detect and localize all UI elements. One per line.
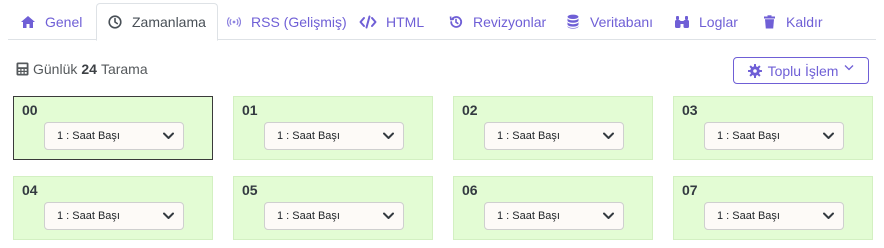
frequency-value: 1 : Saat Başı <box>717 210 780 222</box>
frequency-value: 1 : Saat Başı <box>717 130 780 142</box>
hour-card-03: 03 1 : Saat Başı <box>673 96 873 160</box>
tab-label: RSS (Gelişmiş) <box>251 13 347 30</box>
frequency-select[interactable]: 1 : Saat Başı <box>704 122 844 150</box>
hour-card-07: 07 1 : Saat Başı <box>673 176 873 240</box>
hour-card-01: 01 1 : Saat Başı <box>233 96 433 160</box>
frequency-select[interactable]: 1 : Saat Başı <box>264 122 404 150</box>
frequency-value: 1 : Saat Başı <box>57 130 120 142</box>
tab-revizyonlar[interactable]: Revizyonlar <box>448 3 546 40</box>
frequency-select[interactable]: 1 : Saat Başı <box>44 122 184 150</box>
clock-icon <box>107 14 123 30</box>
info-suffix: Tarama <box>100 61 148 77</box>
hour-label: 06 <box>462 182 478 198</box>
frequency-value: 1 : Saat Başı <box>497 130 560 142</box>
trash-icon <box>761 14 777 30</box>
info-count: 24 <box>81 61 97 77</box>
tab-genel[interactable]: Genel <box>20 3 82 40</box>
hour-label: 07 <box>682 182 698 198</box>
tab-rss[interactable]: RSS (Gelişmiş) <box>226 3 347 40</box>
bulk-action-label: Toplu İşlem <box>767 62 839 79</box>
frequency-select[interactable]: 1 : Saat Başı <box>704 202 844 230</box>
home-icon <box>20 14 36 30</box>
hour-label: 00 <box>22 102 38 118</box>
chevron-down-icon <box>603 212 614 219</box>
calculator-icon <box>16 62 30 76</box>
tab-label: Zamanlama <box>132 14 206 30</box>
frequency-value: 1 : Saat Başı <box>277 210 340 222</box>
hour-card-04: 04 1 : Saat Başı <box>13 176 213 240</box>
code-icon <box>359 14 377 30</box>
chevron-down-icon <box>163 132 174 139</box>
hour-label: 03 <box>682 102 698 118</box>
tab-label: Kaldır <box>786 13 823 30</box>
gear-icon <box>747 63 762 78</box>
binoculars-icon <box>674 14 690 30</box>
database-icon <box>565 14 581 30</box>
frequency-select[interactable]: 1 : Saat Başı <box>264 202 404 230</box>
tab-zamanlama[interactable]: Zamanlama <box>96 3 218 41</box>
info-prefix: Günlük <box>33 61 78 77</box>
hour-card-02: 02 1 : Saat Başı <box>453 96 653 160</box>
chevron-down-icon <box>844 64 854 78</box>
chevron-down-icon <box>823 132 834 139</box>
hour-label: 02 <box>462 102 478 118</box>
frequency-value: 1 : Saat Başı <box>57 210 120 222</box>
chevron-down-icon <box>163 212 174 219</box>
tab-label: Veritabanı <box>590 13 654 30</box>
frequency-select[interactable]: 1 : Saat Başı <box>44 202 184 230</box>
tab-label: Revizyonlar <box>473 13 547 30</box>
frequency-value: 1 : Saat Başı <box>277 130 340 142</box>
tab-kaldir[interactable]: Kaldır <box>761 3 823 40</box>
tab-label: HTML <box>386 13 425 30</box>
hour-label: 01 <box>242 102 258 118</box>
frequency-select[interactable]: 1 : Saat Başı <box>484 202 624 230</box>
tab-html[interactable]: HTML <box>359 3 424 40</box>
chevron-down-icon <box>603 132 614 139</box>
frequency-value: 1 : Saat Başı <box>497 210 560 222</box>
daily-scan-count: Günlük 24 Tarama <box>16 61 148 77</box>
bulk-action-button[interactable]: Toplu İşlem <box>733 57 869 84</box>
rss-icon <box>226 14 242 30</box>
tab-loglar[interactable]: Loglar <box>674 3 738 40</box>
hour-label: 04 <box>22 182 38 198</box>
frequency-select[interactable]: 1 : Saat Başı <box>484 122 624 150</box>
hour-card-00: 00 1 : Saat Başı <box>13 96 213 160</box>
tab-label: Loglar <box>699 13 738 30</box>
chevron-down-icon <box>383 132 394 139</box>
chevron-down-icon <box>823 212 834 219</box>
hour-card-06: 06 1 : Saat Başı <box>453 176 653 240</box>
chevron-down-icon <box>383 212 394 219</box>
tab-bar: Genel Zamanlama RSS (Gelişmiş) HTML Revi… <box>8 3 876 41</box>
tab-veritabani[interactable]: Veritabanı <box>565 3 653 40</box>
hour-label: 05 <box>242 182 258 198</box>
tab-label: Genel <box>45 13 83 30</box>
hour-card-05: 05 1 : Saat Başı <box>233 176 433 240</box>
history-icon <box>448 14 464 30</box>
